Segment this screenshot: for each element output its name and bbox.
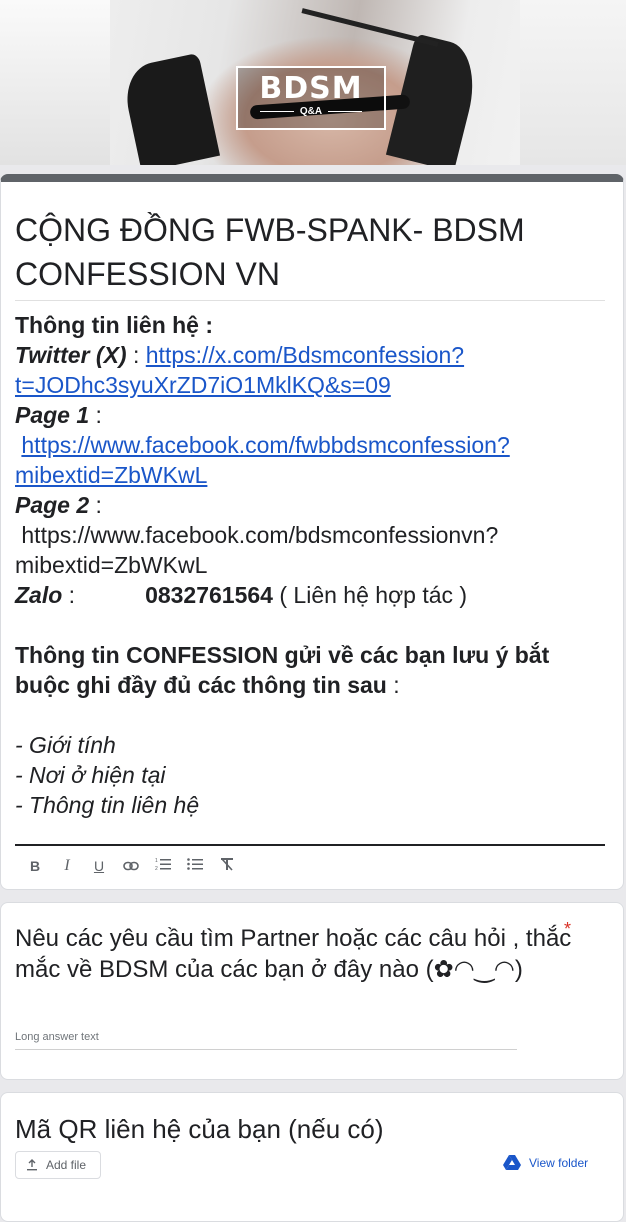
twitter-label: Twitter (X) bbox=[15, 342, 127, 368]
underline-button[interactable]: U bbox=[83, 856, 115, 876]
numbered-list-button[interactable]: 12 bbox=[147, 856, 179, 876]
zalo-label: Zalo bbox=[15, 582, 63, 608]
form-description[interactable]: Thông tin liên hệ : Twitter (X) : https:… bbox=[15, 310, 611, 820]
page2-label: Page 2 bbox=[15, 492, 90, 518]
question-title: Nêu các yêu cầu tìm Partner hoặc các câu… bbox=[15, 925, 572, 983]
banner-logo: BDSM Q&A bbox=[236, 66, 386, 130]
question-card-requests: Nêu các yêu cầu tìm Partner hoặc các câu… bbox=[0, 902, 624, 1080]
logo-subtitle: Q&A bbox=[238, 106, 384, 117]
form-header-card: CỘNG ĐỒNG FWB-SPANK- BDSM CONFESSION VN … bbox=[0, 174, 624, 890]
clear-format-icon bbox=[221, 858, 233, 871]
link-icon bbox=[123, 861, 139, 871]
list-item-gender: - Giới tính bbox=[15, 732, 116, 758]
required-asterisk: * bbox=[564, 919, 572, 939]
page2-url: https://www.facebook.com/bdsmconfessionv… bbox=[21, 522, 499, 548]
answer-underline bbox=[15, 1049, 517, 1050]
view-folder-label: View folder bbox=[529, 1156, 589, 1170]
zalo-number: 0832761564 bbox=[145, 582, 273, 608]
twitter-link-cont[interactable]: t=JODhc3syuXrZD7iO1MklKQ&s=09 bbox=[15, 372, 391, 398]
link-button[interactable] bbox=[115, 856, 147, 876]
svg-text:2: 2 bbox=[155, 866, 158, 871]
page1-link-cont[interactable]: mibextid=ZbWKwL bbox=[15, 462, 207, 488]
bulleted-list-button[interactable] bbox=[179, 856, 211, 876]
page2-url-cont: mibextid=ZbWKwL bbox=[15, 552, 208, 578]
zalo-note: ( Liên hệ hợp tác ) bbox=[272, 582, 468, 608]
question-title: Mã QR liên hệ của bạn (nếu có) bbox=[15, 1114, 384, 1144]
upload-icon bbox=[27, 1159, 37, 1171]
clear-format-button[interactable] bbox=[211, 856, 243, 876]
page1-link[interactable]: https://www.facebook.com/fwbbdsmconfessi… bbox=[21, 432, 509, 458]
header-banner-image: BDSM Q&A bbox=[0, 0, 626, 165]
logo-title: BDSM bbox=[259, 71, 363, 106]
contact-heading: Thông tin liên hệ : bbox=[15, 312, 214, 338]
info-line-1: Thông tin CONFESSION gửi về các bạn lưu … bbox=[15, 642, 550, 668]
form-title[interactable]: CỘNG ĐỒNG FWB-SPANK- BDSM CONFESSION VN bbox=[15, 208, 605, 296]
title-divider bbox=[15, 300, 605, 301]
view-folder-link[interactable]: View folder bbox=[503, 1155, 588, 1171]
numbered-list-icon: 12 bbox=[155, 858, 171, 872]
page1-label: Page 1 bbox=[15, 402, 90, 428]
twitter-link[interactable]: https://x.com/Bdsmconfession? bbox=[146, 342, 464, 368]
description-underline bbox=[15, 844, 605, 846]
list-item-location: - Nơi ở hiện tại bbox=[15, 762, 166, 788]
add-file-button[interactable]: Add file bbox=[15, 1151, 101, 1179]
svg-text:1: 1 bbox=[155, 858, 158, 864]
bulleted-list-icon bbox=[187, 858, 203, 870]
formatting-toolbar: B I U 12 bbox=[19, 856, 243, 876]
list-item-contact: - Thông tin liên hệ bbox=[15, 792, 200, 818]
add-file-label: Add file bbox=[46, 1158, 87, 1172]
google-drive-icon bbox=[503, 1155, 521, 1170]
question-card-qr: Mã QR liên hệ của bạn (nếu có) Add file … bbox=[0, 1092, 624, 1222]
bold-button[interactable]: B bbox=[19, 856, 51, 876]
long-answer-input[interactable]: Long answer text bbox=[15, 1031, 99, 1043]
info-line-2: buộc ghi đầy đủ các thông tin sau bbox=[15, 672, 387, 698]
italic-button[interactable]: I bbox=[51, 856, 83, 876]
